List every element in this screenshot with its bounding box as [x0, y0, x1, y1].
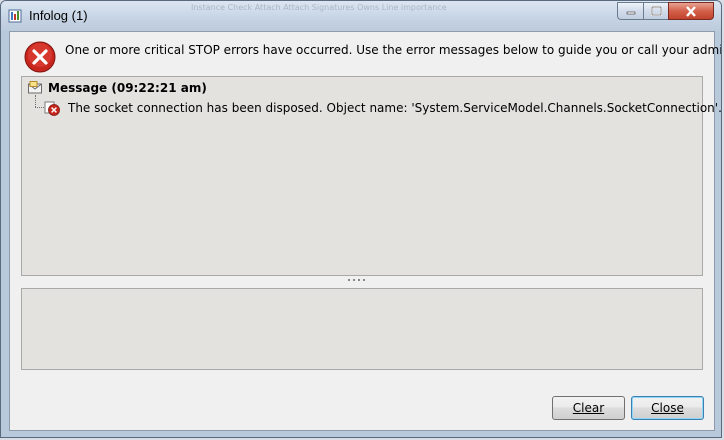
- clear-button[interactable]: Clear: [552, 396, 625, 420]
- panel-splitter-handle[interactable]: [344, 278, 368, 282]
- infolog-icon: [8, 9, 22, 23]
- title-bar[interactable]: Instance Check Attach Attach Signatures …: [1, 1, 721, 31]
- minimize-icon: [626, 11, 635, 15]
- close-icon: [686, 5, 696, 17]
- infolog-window: Instance Check Attach Attach Signatures …: [0, 0, 722, 438]
- maximize-icon: [650, 6, 662, 16]
- close-button-label: Close: [651, 401, 684, 415]
- clear-button-label: Clear: [572, 401, 605, 415]
- message-tree[interactable]: Message (09:22:21 am) The socket connect…: [21, 76, 721, 276]
- critical-stop-icon: [24, 41, 56, 73]
- stop-small-icon: [44, 101, 60, 116]
- message-envelope-icon: [28, 81, 42, 94]
- window-title: Infolog (1): [29, 8, 88, 23]
- message-detail-pane: [21, 288, 703, 370]
- close-button[interactable]: Close: [631, 396, 704, 420]
- tree-connector: [35, 95, 36, 107]
- message-header[interactable]: Message (09:22:21 am): [48, 81, 207, 95]
- maximize-button[interactable]: [643, 2, 669, 20]
- tree-connector-branch: [35, 107, 44, 108]
- background-ribbon-text: Instance Check Attach Attach Signatures …: [191, 3, 447, 12]
- error-message-item[interactable]: The socket connection has been disposed.…: [68, 101, 721, 115]
- infolog-client-area: One or more critical STOP errors have oc…: [9, 31, 721, 431]
- error-summary: One or more critical STOP errors have oc…: [65, 43, 722, 57]
- close-window-button[interactable]: [668, 2, 714, 20]
- minimize-button[interactable]: [617, 2, 644, 20]
